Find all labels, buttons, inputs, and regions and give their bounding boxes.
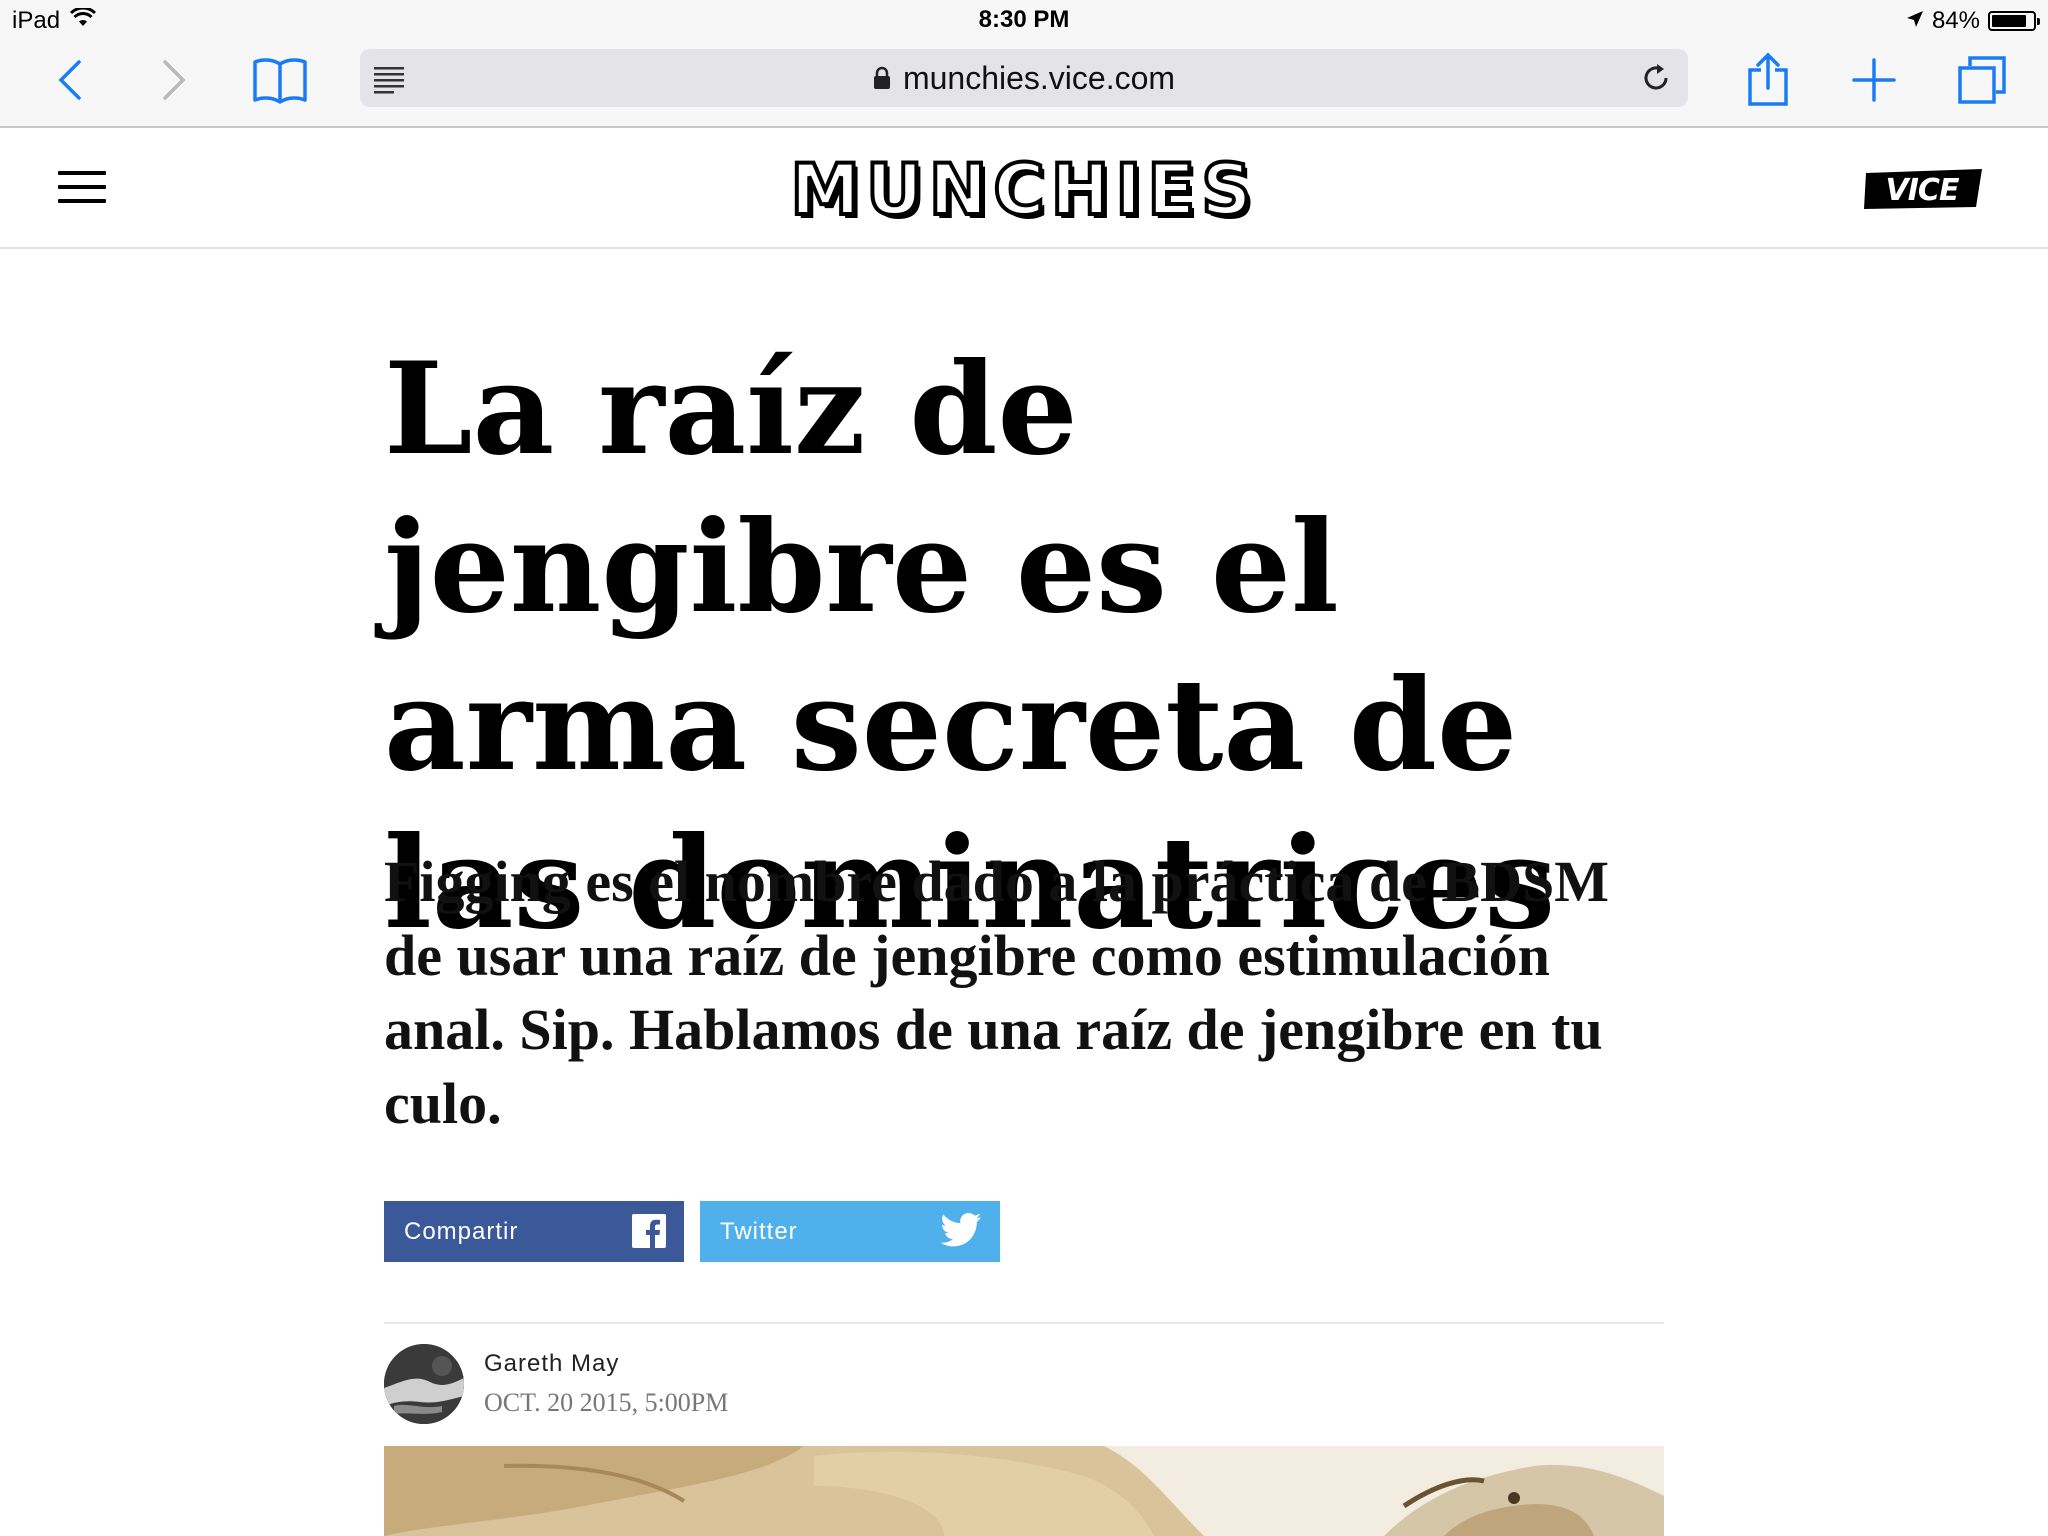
munchies-logo[interactable]: MUNCHIES: [0, 147, 2048, 233]
twitter-share-button[interactable]: Twitter: [700, 1201, 1000, 1262]
plus-icon: [1852, 58, 1896, 102]
article-hero-image: [384, 1446, 1664, 1536]
facebook-icon: [632, 1214, 666, 1255]
author-name[interactable]: Gareth May: [484, 1350, 619, 1378]
facebook-share-button[interactable]: Compartir: [384, 1201, 684, 1262]
article-dek: Figging es el nombre dado a la práctica …: [384, 849, 1609, 1136]
twitter-bird-icon: [940, 1212, 982, 1255]
bookmarks-button[interactable]: [248, 48, 312, 112]
battery-percent: 84%: [1931, 7, 1980, 34]
url-text: munchies.vice.com: [902, 59, 1176, 96]
site-header: MUNCHIES VICE: [0, 129, 2048, 249]
battery-icon: [1988, 11, 2040, 31]
svg-text:VICE: VICE: [1886, 173, 1960, 208]
tabs-button[interactable]: [1950, 48, 2014, 112]
twitter-share-label: Twitter: [720, 1217, 798, 1245]
new-tab-button[interactable]: [1842, 48, 1906, 112]
location-arrow-icon: [1906, 7, 1924, 35]
share-icon: [1748, 52, 1788, 106]
facebook-share-label: Compartir: [404, 1217, 519, 1245]
back-button[interactable]: [38, 48, 102, 112]
chevron-left-icon: [58, 60, 81, 100]
lock-icon: [873, 66, 890, 89]
safari-chrome: iPad 8:30 PM 84% munchies.vice.com: [0, 0, 2048, 128]
status-bar-right: 84%: [1906, 6, 2040, 36]
tabs-icon: [1958, 56, 2006, 104]
publish-date: OCT. 20 2015, 5:00PM: [484, 1388, 729, 1417]
byline-divider: [384, 1322, 1664, 1324]
book-icon: [253, 58, 307, 104]
status-time: 8:30 PM: [978, 6, 1070, 33]
address-bar[interactable]: munchies.vice.com: [360, 49, 1688, 107]
author-avatar[interactable]: [384, 1344, 464, 1424]
url-display: munchies.vice.com: [360, 49, 1688, 107]
vice-logo[interactable]: VICE: [1862, 167, 1986, 216]
reload-icon[interactable]: [1638, 60, 1674, 96]
share-button[interactable]: [1736, 48, 1800, 112]
forward-button[interactable]: [142, 48, 206, 112]
chevron-right-icon: [163, 60, 186, 100]
